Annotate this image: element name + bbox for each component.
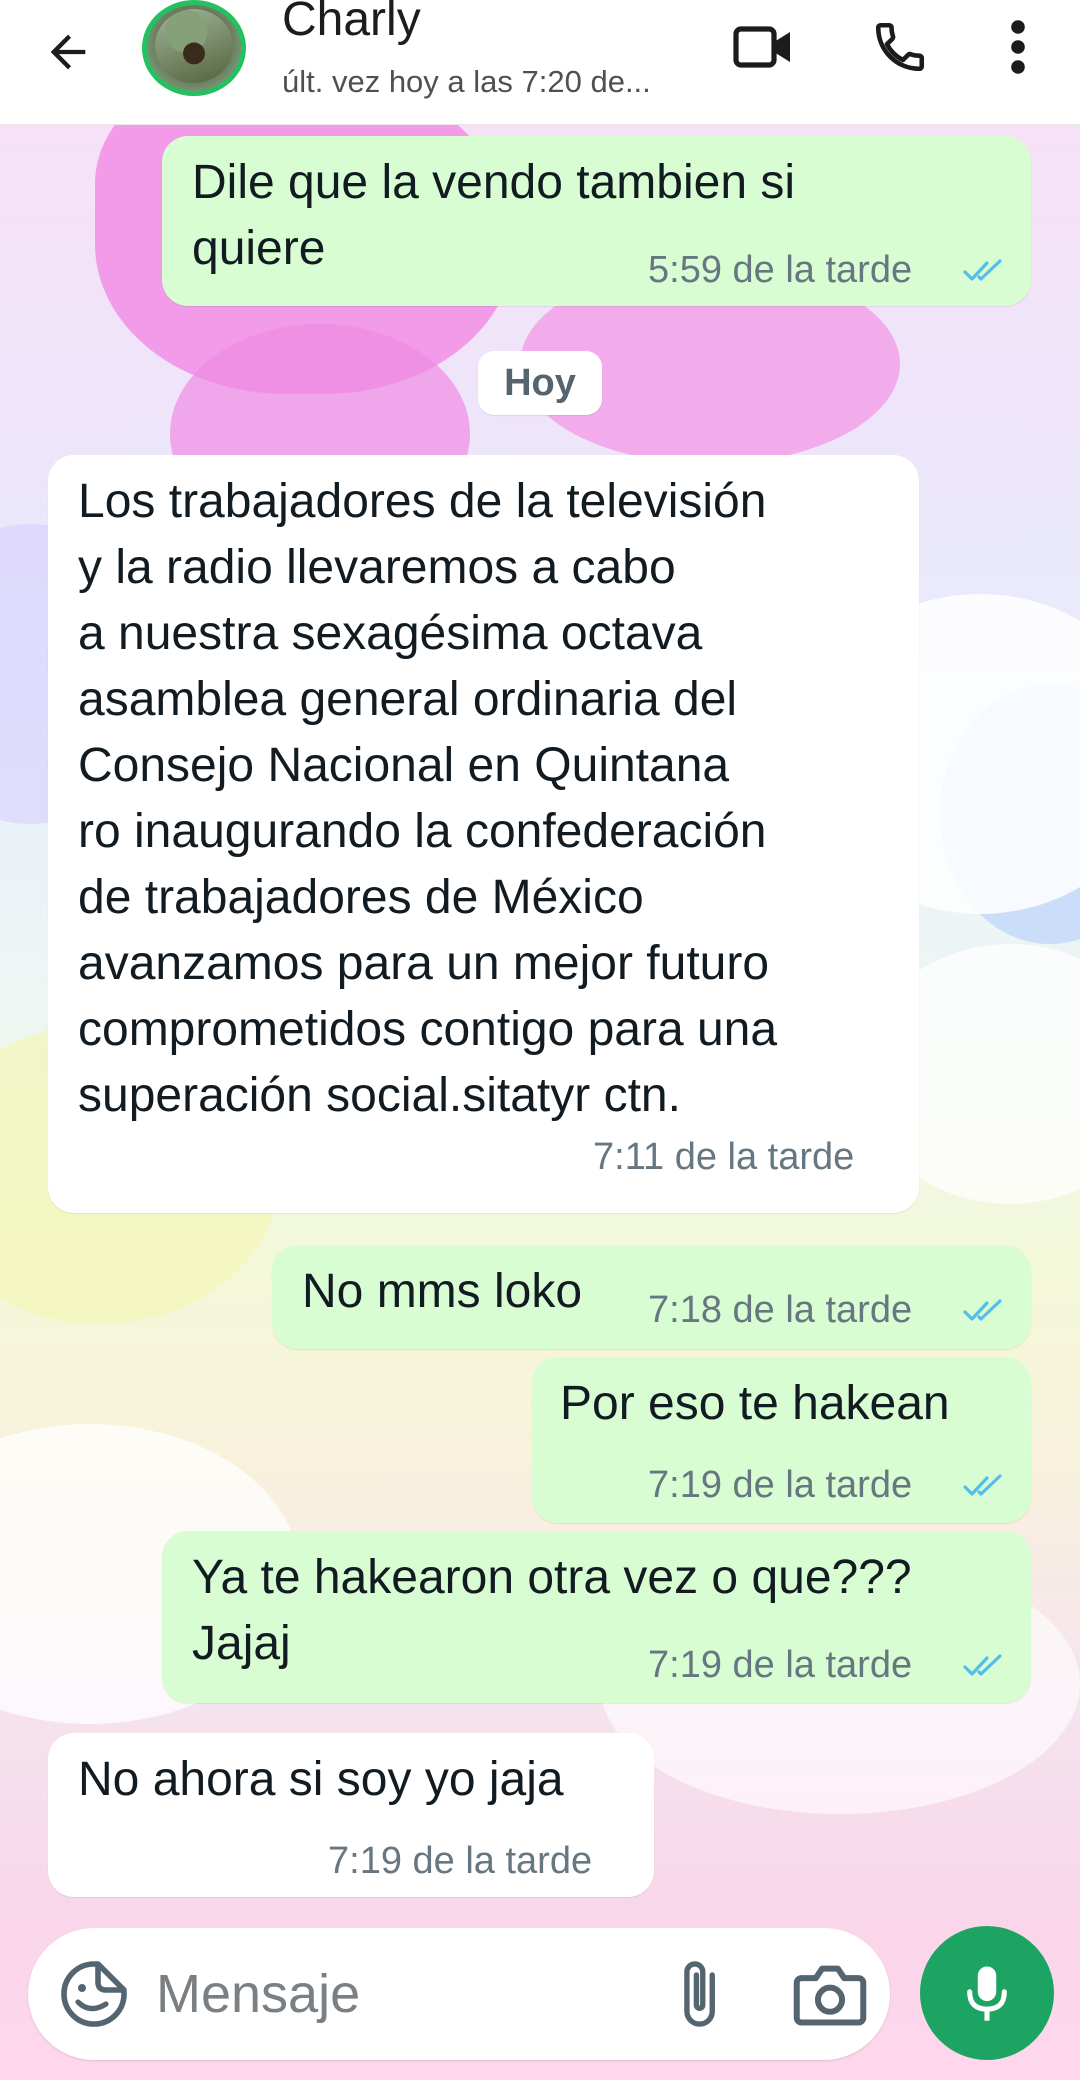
- sticker-icon[interactable]: [58, 1958, 130, 2030]
- message-text-line: avanzamos para un mejor futuro: [78, 937, 770, 990]
- message-bubble-outgoing[interactable]: No mms loko 7:18 de la tarde: [272, 1245, 1031, 1349]
- message-text-line: de trabajadores de México: [78, 871, 644, 924]
- message-text-line: Dile que la vendo tambien si: [192, 156, 796, 209]
- video-call-button[interactable]: [724, 12, 804, 82]
- message-text-line: asamblea general ordinaria del: [78, 673, 738, 726]
- last-seen-status: últ. vez hoy a las 7:20 de...: [282, 64, 651, 99]
- message-input[interactable]: [156, 1954, 656, 2034]
- contact-name[interactable]: Charly: [282, 0, 421, 48]
- double-check-icon: [963, 259, 1002, 281]
- camera-icon[interactable]: [792, 1958, 868, 2030]
- message-text-line: Jajaj: [192, 1617, 291, 1670]
- message-timestamp: 7:19 de la tarde: [648, 1644, 913, 1686]
- message-text-line: Los trabajadores de la televisión: [78, 475, 767, 528]
- message-bubble-outgoing[interactable]: Dile que la vendo tambien si quiere 5:59…: [162, 136, 1031, 306]
- message-timestamp: 7:19 de la tarde: [328, 1840, 593, 1882]
- message-text-line: a nuestra sexagésima octava: [78, 607, 703, 660]
- message-text-line: No ahora si soy yo jaja: [78, 1753, 564, 1806]
- message-text-line: Ya te hakearon otra vez o que???: [192, 1551, 912, 1604]
- message-text-line: Consejo Nacional en Quintana: [78, 739, 730, 792]
- message-timestamp: 7:11 de la tarde: [593, 1136, 855, 1178]
- message-text-line: ro inaugurando la confederación: [78, 805, 767, 858]
- message-bubble-outgoing[interactable]: Ya te hakearon otra vez o que??? Jajaj 7…: [162, 1531, 1031, 1703]
- more-options-button[interactable]: [978, 12, 1058, 82]
- back-button[interactable]: [30, 14, 106, 90]
- mic-icon: [967, 1966, 1007, 2021]
- message-text-line: y la radio llevaremos a cabo: [78, 541, 676, 594]
- message-bubble-incoming[interactable]: Los trabajadores de la televisión y la r…: [48, 455, 919, 1213]
- message-text-line: superación social.sitatyr ctn.: [78, 1069, 681, 1122]
- chat-header: Charly últ. vez hoy a las 7:20 de...: [0, 0, 1080, 125]
- video-call-icon: [733, 26, 790, 68]
- double-check-icon: [963, 1654, 1002, 1676]
- more-vert-icon: [1011, 20, 1025, 74]
- message-bubble-incoming[interactable]: No ahora si soy yo jaja 7:19 de la tarde: [48, 1733, 654, 1897]
- message-bubble-outgoing[interactable]: Por eso te hakean 7:19 de la tarde: [532, 1357, 1031, 1523]
- message-timestamp: 5:59 de la tarde: [648, 249, 913, 291]
- message-text-line: comprometidos contigo para una: [78, 1003, 778, 1056]
- message-text-line: quiere: [192, 222, 326, 275]
- voice-message-button[interactable]: [920, 1926, 1054, 2060]
- arrow-back-icon: [50, 34, 86, 70]
- message-timestamp: 7:19 de la tarde: [648, 1464, 913, 1506]
- message-text-line: No mms loko: [302, 1265, 583, 1318]
- double-check-icon: [963, 1474, 1002, 1496]
- date-separator: Hoy: [478, 351, 602, 415]
- paperclip-icon[interactable]: [660, 1956, 736, 2032]
- message-timestamp: 7:18 de la tarde: [648, 1289, 913, 1331]
- message-text-line: Por eso te hakean: [560, 1377, 950, 1430]
- voice-call-button[interactable]: [860, 12, 940, 82]
- message-composer: [28, 1928, 890, 2060]
- phone-icon: [875, 22, 925, 72]
- contact-avatar[interactable]: [142, 0, 246, 96]
- double-check-icon: [963, 1299, 1002, 1321]
